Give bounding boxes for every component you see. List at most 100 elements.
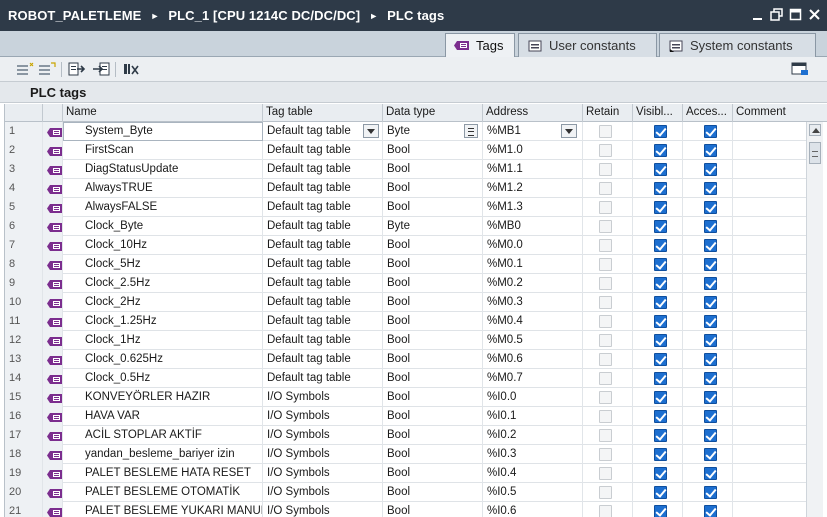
tag-table-cell[interactable]: Default tag table (263, 331, 383, 350)
address-cell[interactable]: %M0.2 (483, 274, 583, 293)
visible-checkbox[interactable] (654, 220, 667, 233)
accessible-checkbox[interactable] (704, 296, 717, 309)
data-type-cell[interactable]: Bool (383, 255, 483, 274)
table-row[interactable]: 3 DiagStatusUpdate Default tag table Bool %M… (5, 160, 806, 179)
row-number[interactable]: 5 (5, 198, 43, 217)
accessible-checkbox[interactable] (704, 486, 717, 499)
tag-name-cell[interactable]: Clock_1Hz (63, 331, 263, 350)
tag-name-cell[interactable]: HAVA VAR (63, 407, 263, 426)
accessible-checkbox[interactable] (704, 239, 717, 252)
row-number[interactable]: 8 (5, 255, 43, 274)
address-cell[interactable]: %M0.1 (483, 255, 583, 274)
breadcrumb-project[interactable]: ROBOT_PALETLEME (8, 8, 141, 23)
accessible-checkbox[interactable] (704, 163, 717, 176)
row-number[interactable]: 19 (5, 464, 43, 483)
data-type-cell[interactable]: Byte (383, 122, 483, 141)
tag-table-cell[interactable]: I/O Symbols (263, 426, 383, 445)
comment-cell[interactable] (733, 369, 806, 388)
address-cell[interactable]: %I0.6 (483, 502, 583, 517)
accessible-checkbox[interactable] (704, 258, 717, 271)
row-number[interactable]: 12 (5, 331, 43, 350)
row-number[interactable]: 17 (5, 426, 43, 445)
tag-name-cell[interactable]: Clock_1.25Hz (63, 312, 263, 331)
tag-table-cell[interactable]: I/O Symbols (263, 502, 383, 517)
comment-cell[interactable] (733, 350, 806, 369)
tab-system-constants[interactable]: System constants (659, 33, 816, 57)
data-type-cell[interactable]: Bool (383, 350, 483, 369)
data-type-cell[interactable]: Byte (383, 217, 483, 236)
accessible-checkbox[interactable] (704, 220, 717, 233)
address-cell[interactable]: %M0.4 (483, 312, 583, 331)
visible-checkbox[interactable] (654, 372, 667, 385)
header-retain[interactable]: Retain (583, 104, 633, 122)
address-cell[interactable]: %M1.3 (483, 198, 583, 217)
data-type-cell[interactable]: Bool (383, 331, 483, 350)
tag-name-cell[interactable]: Clock_2Hz (63, 293, 263, 312)
address-cell[interactable]: %I0.5 (483, 483, 583, 502)
row-number[interactable]: 6 (5, 217, 43, 236)
scroll-thumb[interactable] (809, 142, 821, 164)
tag-table-cell[interactable]: I/O Symbols (263, 464, 383, 483)
comment-cell[interactable] (733, 464, 806, 483)
visible-checkbox[interactable] (654, 334, 667, 347)
visible-checkbox[interactable] (654, 296, 667, 309)
address-cell[interactable]: %MB1 (483, 122, 583, 141)
accessible-checkbox[interactable] (704, 505, 717, 517)
comment-cell[interactable] (733, 331, 806, 350)
table-row[interactable]: 19 PALET BESLEME HATA RESET I/O Symbols Boo… (5, 464, 806, 483)
close-icon[interactable] (808, 8, 821, 21)
address-cell[interactable]: %M0.6 (483, 350, 583, 369)
address-cell[interactable]: %M1.1 (483, 160, 583, 179)
address-cell[interactable]: %I0.4 (483, 464, 583, 483)
accessible-checkbox[interactable] (704, 334, 717, 347)
comment-cell[interactable] (733, 312, 806, 331)
accessible-checkbox[interactable] (704, 144, 717, 157)
address-cell[interactable]: %M1.2 (483, 179, 583, 198)
comment-cell[interactable] (733, 502, 806, 517)
visible-checkbox[interactable] (654, 429, 667, 442)
visible-checkbox[interactable] (654, 315, 667, 328)
data-type-cell[interactable]: Bool (383, 407, 483, 426)
address-cell[interactable]: %M0.5 (483, 331, 583, 350)
header-accessible[interactable]: Acces... (683, 104, 733, 122)
row-number[interactable]: 14 (5, 369, 43, 388)
address-cell[interactable]: %I0.0 (483, 388, 583, 407)
visible-checkbox[interactable] (654, 467, 667, 480)
address-cell[interactable]: %M0.7 (483, 369, 583, 388)
comment-cell[interactable] (733, 445, 806, 464)
comment-cell[interactable] (733, 388, 806, 407)
comment-cell[interactable] (733, 293, 806, 312)
address-cell[interactable]: %MB0 (483, 217, 583, 236)
export-icon[interactable] (68, 61, 86, 77)
accessible-checkbox[interactable] (704, 315, 717, 328)
tag-name-cell[interactable]: PALET BESLEME HATA RESET (63, 464, 263, 483)
address-cell[interactable]: %M0.3 (483, 293, 583, 312)
table-row[interactable]: 4 AlwaysTRUE Default tag table Bool %M1.2 (5, 179, 806, 198)
table-row[interactable]: 1 System_Byte Default tag table Byte %MB1 (5, 122, 806, 141)
tag-table-cell[interactable]: I/O Symbols (263, 388, 383, 407)
settings-icon[interactable] (791, 61, 809, 77)
table-row[interactable]: 21 PALET BESLEME YUKARI MANUEL I/O Symbols… (5, 502, 806, 517)
tag-name-cell[interactable]: Clock_0.5Hz (63, 369, 263, 388)
visible-checkbox[interactable] (654, 125, 667, 138)
visible-checkbox[interactable] (654, 239, 667, 252)
import-icon[interactable] (92, 61, 110, 77)
visible-checkbox[interactable] (654, 448, 667, 461)
accessible-checkbox[interactable] (704, 448, 717, 461)
address-cell[interactable]: %M0.0 (483, 236, 583, 255)
data-type-cell[interactable]: Bool (383, 445, 483, 464)
data-type-cell[interactable]: Bool (383, 274, 483, 293)
tag-name-cell[interactable]: ACİL STOPLAR AKTİF (63, 426, 263, 445)
data-type-cell[interactable]: Bool (383, 141, 483, 160)
comment-cell[interactable] (733, 274, 806, 293)
header-comment[interactable]: Comment (733, 104, 806, 122)
tag-table-cell[interactable]: Default tag table (263, 198, 383, 217)
address-cell[interactable]: %I0.1 (483, 407, 583, 426)
table-row[interactable]: 11 Clock_1.25Hz Default tag table Bool %M0.4 (5, 312, 806, 331)
row-number[interactable]: 9 (5, 274, 43, 293)
row-number[interactable]: 2 (5, 141, 43, 160)
table-row[interactable]: 13 Clock_0.625Hz Default tag table Bool %M0.… (5, 350, 806, 369)
tag-name-cell[interactable]: Clock_5Hz (63, 255, 263, 274)
insert-row-icon[interactable] (38, 61, 56, 77)
data-type-cell[interactable]: Bool (383, 464, 483, 483)
